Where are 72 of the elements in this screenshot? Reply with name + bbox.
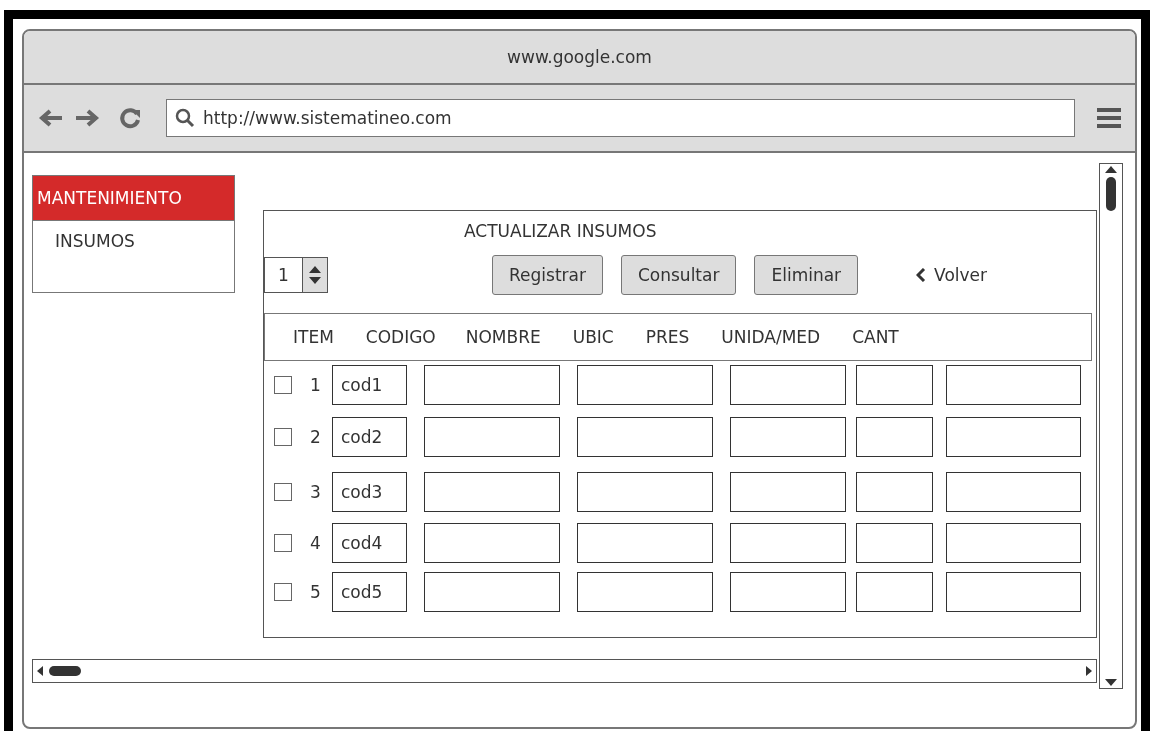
vertical-scrollbar[interactable]: [1099, 163, 1123, 689]
checkbox[interactable]: [274, 483, 292, 501]
scroll-right-icon[interactable]: [1086, 666, 1092, 676]
input-field[interactable]: [577, 572, 713, 612]
number-stepper[interactable]: 1: [264, 257, 328, 293]
action-button[interactable]: Eliminar: [754, 255, 859, 295]
stepper-arrows-icon[interactable]: [308, 264, 322, 286]
code-field[interactable]: cod5: [332, 572, 407, 612]
panel-title: ACTUALIZAR INSUMOS: [464, 221, 657, 241]
input-field[interactable]: [856, 365, 933, 405]
input-field[interactable]: [856, 417, 933, 457]
column-header: PRES: [645, 327, 690, 347]
input-field[interactable]: [577, 417, 713, 457]
code-field[interactable]: cod4: [332, 523, 407, 563]
input-field[interactable]: [577, 365, 713, 405]
scroll-up-icon[interactable]: [1105, 166, 1117, 173]
scroll-left-icon[interactable]: [37, 666, 43, 676]
menu-icon[interactable]: [1095, 106, 1123, 130]
input-field[interactable]: [730, 472, 846, 512]
back-link[interactable]: Volver: [916, 265, 988, 285]
checkbox[interactable]: [274, 376, 292, 394]
input-field[interactable]: [946, 572, 1081, 612]
back-icon[interactable]: [38, 108, 64, 128]
item-number: 4: [309, 533, 322, 553]
item-number: 2: [309, 427, 322, 447]
checkbox[interactable]: [274, 534, 292, 552]
action-button[interactable]: Consultar: [620, 255, 737, 295]
item-number: 1: [309, 375, 322, 395]
input-field[interactable]: [424, 365, 560, 405]
input-field[interactable]: [730, 365, 846, 405]
column-header: CANT: [852, 327, 899, 347]
input-field[interactable]: [577, 523, 713, 563]
input-field[interactable]: [424, 523, 560, 563]
input-field[interactable]: [946, 472, 1081, 512]
column-header: ITEM: [293, 327, 334, 347]
horizontal-scrollbar[interactable]: [32, 659, 1097, 683]
input-field[interactable]: [856, 472, 933, 512]
input-field[interactable]: [946, 417, 1081, 457]
reload-icon[interactable]: [118, 106, 142, 130]
input-field[interactable]: [577, 472, 713, 512]
input-field[interactable]: [424, 472, 560, 512]
column-header: NOMBRE: [465, 327, 541, 347]
item-number: 5: [309, 582, 322, 602]
url-field[interactable]: http://www.sistematineo.com: [166, 99, 1075, 137]
column-header: CODIGO: [365, 327, 436, 347]
column-header: UBIC: [572, 327, 614, 347]
checkbox[interactable]: [274, 583, 292, 601]
search-icon: [175, 108, 195, 128]
menu-item[interactable]: INSUMOS: [33, 221, 234, 261]
input-field[interactable]: [424, 417, 560, 457]
forward-icon[interactable]: [74, 108, 100, 128]
code-field[interactable]: cod2: [332, 417, 407, 457]
column-header: UNIDA/MED: [721, 327, 821, 347]
scroll-down-icon[interactable]: [1105, 679, 1117, 686]
input-field[interactable]: [730, 417, 846, 457]
action-button[interactable]: Registrar: [492, 255, 603, 295]
scroll-thumb[interactable]: [49, 666, 81, 676]
menu-header: MANTENIMIENTO: [33, 176, 234, 221]
input-field[interactable]: [730, 572, 846, 612]
input-field[interactable]: [856, 572, 933, 612]
input-field[interactable]: [946, 365, 1081, 405]
input-field[interactable]: [946, 523, 1081, 563]
window-title: www.google.com: [24, 31, 1135, 85]
code-field[interactable]: cod1: [332, 365, 407, 405]
input-field[interactable]: [424, 572, 560, 612]
code-field[interactable]: cod3: [332, 472, 407, 512]
scroll-thumb[interactable]: [1106, 177, 1116, 211]
checkbox[interactable]: [274, 428, 292, 446]
chevron-left-icon: [916, 268, 927, 282]
input-field[interactable]: [856, 523, 933, 563]
input-field[interactable]: [730, 523, 846, 563]
item-number: 3: [309, 482, 322, 502]
